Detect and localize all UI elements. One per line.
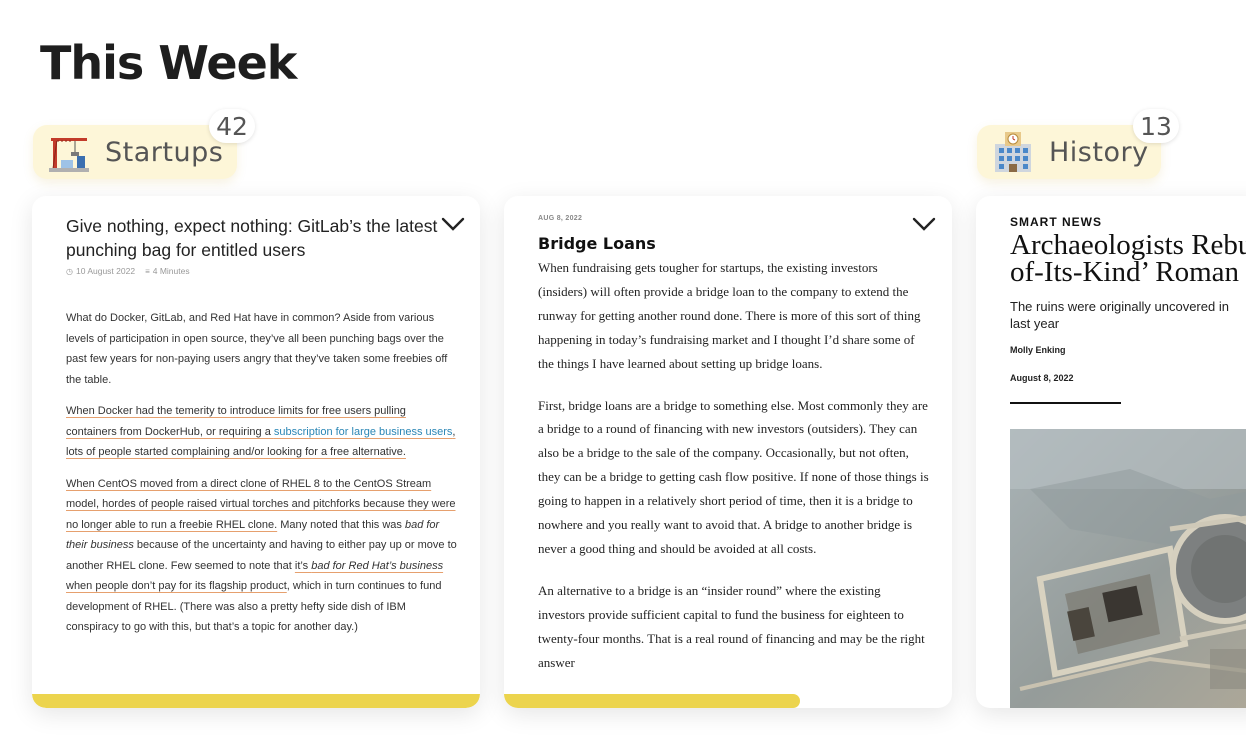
construction-crane-icon: [49, 138, 89, 172]
reading-progress-bar: [504, 694, 800, 708]
dek-line: last year: [1010, 316, 1060, 331]
subscription-link[interactable]: subscription for large business users: [274, 426, 453, 438]
article-card-bridge-loans[interactable]: AUG 8, 2022 Bridge Loans When fundraisin…: [504, 196, 952, 708]
count-badge: 42: [209, 109, 255, 143]
read-time-meta: ≡ 4 Minutes: [145, 266, 190, 276]
excavation-photo: [1010, 429, 1246, 708]
article-author: Molly Enking: [1010, 345, 1066, 355]
article-meta: ◷ 10 August 2022 ≡ 4 Minutes: [66, 266, 190, 276]
divider: [1010, 402, 1121, 404]
paragraph: When Docker had the temerity to introduc…: [66, 401, 458, 463]
emphasis: bad for Red Hat’s business: [311, 559, 444, 572]
text: it’s: [294, 559, 312, 572]
category-chip-startups[interactable]: Startups 42: [33, 109, 255, 179]
article-title: Archaeologists Rebu of-Its-Kind’ Roman: [1010, 229, 1246, 288]
article-date: 10 August 2022: [75, 266, 136, 276]
category-chip-history[interactable]: History 13: [977, 109, 1179, 179]
count-badge: 13: [1133, 109, 1179, 143]
category-label: History: [1049, 136, 1149, 168]
dek-line: The ruins were originally uncovered in: [1010, 299, 1229, 314]
text: Many noted that this was: [277, 518, 405, 531]
article-dek: The ruins were originally uncovered in l…: [1010, 298, 1246, 332]
article-body: When fundraising gets tougher for startu…: [538, 256, 930, 693]
title-line: Archaeologists Rebu: [1010, 229, 1246, 261]
article-date: August 8, 2022: [1010, 373, 1074, 383]
article-kicker: SMART NEWS: [1010, 215, 1102, 229]
building-clock-icon: [995, 132, 1031, 172]
category-label: Startups: [105, 136, 224, 168]
paragraph: An alternative to a bridge is an “inside…: [538, 582, 925, 670]
paragraph: When fundraising gets tougher for startu…: [538, 260, 921, 371]
article-date: AUG 8, 2022: [538, 215, 583, 222]
lines-icon: ≡: [145, 267, 150, 276]
article-card-archaeology[interactable]: SMART NEWS Archaeologists Rebu of-Its-Ki…: [976, 196, 1246, 708]
text: when people don’t pay for its flagship p…: [66, 580, 287, 592]
read-time: 4 Minutes: [152, 266, 190, 276]
clock-icon: ◷: [66, 267, 73, 276]
reading-progress-bar: [32, 694, 480, 708]
article-body: What do Docker, GitLab, and Red Hat have…: [66, 308, 458, 649]
chevron-down-icon[interactable]: [911, 214, 937, 234]
title-line: of-Its-Kind’ Roman: [1010, 256, 1239, 288]
page-title: This Week: [40, 36, 297, 90]
article-title: Bridge Loans: [538, 234, 656, 253]
article-title: Give nothing, expect nothing: GitLab’s t…: [66, 216, 438, 260]
chevron-down-icon[interactable]: [440, 214, 466, 234]
paragraph: First, bridge loans are a bridge to some…: [538, 397, 929, 556]
paragraph: What do Docker, GitLab, and Red Hat have…: [66, 312, 448, 386]
date-meta: ◷ 10 August 2022: [66, 266, 135, 276]
paragraph: When CentOS moved from a direct clone of…: [66, 474, 458, 638]
article-card-gitlab[interactable]: Give nothing, expect nothing: GitLab’s t…: [32, 196, 480, 708]
